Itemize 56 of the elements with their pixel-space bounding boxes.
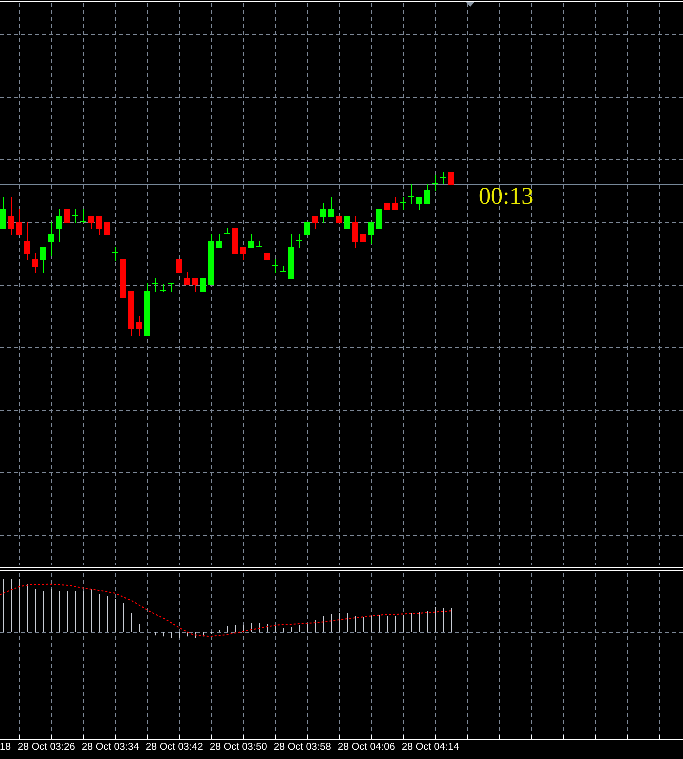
candlestick: [264, 252, 270, 260]
candlestick: [200, 278, 206, 292]
candlestick: [208, 234, 214, 286]
candlestick: [8, 196, 14, 236]
candlestick: [288, 234, 294, 280]
candlestick: [416, 196, 422, 210]
time-label: 28 Oct 03:26: [18, 741, 76, 755]
candlestick: [424, 184, 430, 204]
time-label: 28 Oct 03:34: [82, 741, 140, 755]
candlestick: [384, 202, 390, 210]
candlestick: [24, 222, 30, 260]
candlestick: [192, 278, 198, 292]
time-label: 18: [0, 741, 12, 755]
candlestick: [56, 208, 62, 242]
candlestick: [136, 316, 142, 336]
candlestick: [232, 228, 238, 254]
candlestick: [376, 208, 382, 230]
triangle-icon: [466, 2, 475, 7]
candlestick: [48, 222, 54, 256]
candlestick: [352, 216, 358, 248]
candlestick: [224, 228, 231, 234]
time-label: 28 Oct 03:50: [210, 741, 268, 755]
candlestick: [448, 172, 454, 186]
candlestick: [240, 246, 246, 260]
candlestick: [344, 216, 350, 230]
time-label: 28 Oct 04:14: [402, 741, 460, 755]
candlestick: [16, 208, 22, 236]
candlestick: [328, 196, 334, 218]
candlestick: [312, 216, 318, 230]
candlestick: [320, 202, 326, 224]
candlestick: [296, 234, 303, 248]
candlestick: [40, 246, 46, 274]
candlestick: [184, 272, 190, 286]
countdown-timer: 00:13: [479, 183, 534, 211]
candlestick: [88, 216, 94, 230]
candlestick: [360, 234, 366, 242]
candlestick: [96, 216, 102, 236]
candlestick: [144, 282, 150, 336]
candlestick: [248, 234, 254, 248]
candlestick: [392, 196, 398, 210]
candlestick: [128, 290, 134, 336]
candlestick: [112, 246, 119, 262]
time-label: 28 Oct 04:06: [338, 741, 396, 755]
candlestick: [120, 258, 126, 298]
candlestick: [0, 196, 6, 230]
time-label: 28 Oct 03:42: [146, 741, 204, 755]
candlestick: [64, 208, 70, 224]
candlestick: [176, 258, 182, 274]
candlestick: [32, 252, 38, 274]
candlestick: [304, 222, 310, 236]
candlestick: [368, 222, 374, 244]
time-label: 28 Oct 03:58: [274, 741, 332, 755]
candlestick: [336, 216, 342, 224]
candlestick: [104, 222, 110, 236]
candlestick: [216, 234, 222, 248]
candlestick: [256, 240, 263, 248]
